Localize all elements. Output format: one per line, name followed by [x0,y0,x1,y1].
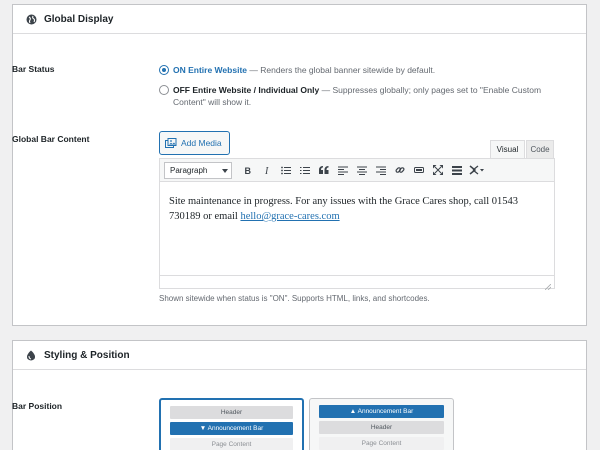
global-bar-content-label: Global Bar Content [12,134,90,144]
preview-header-block: Header [170,406,293,419]
add-media-button[interactable]: Add Media [159,131,230,155]
radio-on-entire-website[interactable]: ON Entire Website — Renders the global b… [159,64,435,76]
tab-code[interactable]: Code [526,140,554,158]
add-media-label: Add Media [181,138,222,148]
paint-drop-icon [26,350,37,361]
styling-header: Styling & Position [13,341,586,370]
radio-off-entire-website[interactable]: OFF Entire Website / Individual Only — S… [159,84,559,108]
email-link[interactable]: hello@grace-cares.com [240,211,339,222]
bold-icon[interactable]: B [238,161,257,179]
bullet-list-icon[interactable] [276,161,295,179]
position-option-below-header[interactable]: Header ▼ Announcement Bar Page Content [159,398,304,450]
radio-off-label: OFF Entire Website / Individual Only [173,85,320,95]
italic-icon[interactable]: I [257,161,276,179]
bar-status-label: Bar Status [12,64,55,74]
toolbar-toggle-icon[interactable] [447,161,466,179]
preview-page-content: Page Content [170,438,293,450]
global-display-header: Global Display [13,5,586,34]
link-icon[interactable] [390,161,409,179]
chevron-down-icon [222,166,228,175]
preview-page-content: Page Content [319,437,444,450]
editor-toolbar: Paragraph B I [159,158,555,182]
global-display-title: Global Display [44,13,114,25]
editor-content-area[interactable]: Site maintenance in progress. For any is… [159,182,555,291]
radio-on-desc: — Renders the global banner sitewide by … [249,65,436,75]
editor-content-text: Site maintenance in progress. For any is… [169,196,519,222]
globe-icon [26,14,37,25]
radio-button-on[interactable] [159,65,169,75]
media-icon [165,137,177,149]
shortcode-tools-icon[interactable] [466,161,488,179]
svg-text:I: I [264,166,269,175]
preview-announcement-bar: ▲ Announcement Bar [319,405,444,418]
preview-header-block: Header [319,421,444,434]
resize-handle-icon[interactable] [544,280,552,291]
format-select-value: Paragraph [170,165,208,175]
radio-button-off[interactable] [159,85,169,95]
align-right-icon[interactable] [371,161,390,179]
fullscreen-icon[interactable] [428,161,447,179]
radio-on-label: ON Entire Website [173,65,247,75]
styling-title: Styling & Position [44,349,130,361]
position-option-above-header[interactable]: ▲ Announcement Bar Header Page Content [309,398,454,450]
svg-text:B: B [244,166,251,175]
numbered-list-icon[interactable] [295,161,314,179]
align-center-icon[interactable] [352,161,371,179]
bar-content-help: Shown sitewide when status is "ON". Supp… [159,294,430,303]
preview-announcement-bar: ▼ Announcement Bar [170,422,293,435]
unlink-icon[interactable] [409,161,428,179]
bar-position-label: Bar Position [12,401,63,411]
tab-visual[interactable]: Visual [490,140,525,158]
blockquote-icon[interactable] [314,161,333,179]
format-select[interactable]: Paragraph [164,161,232,179]
align-left-icon[interactable] [333,161,352,179]
